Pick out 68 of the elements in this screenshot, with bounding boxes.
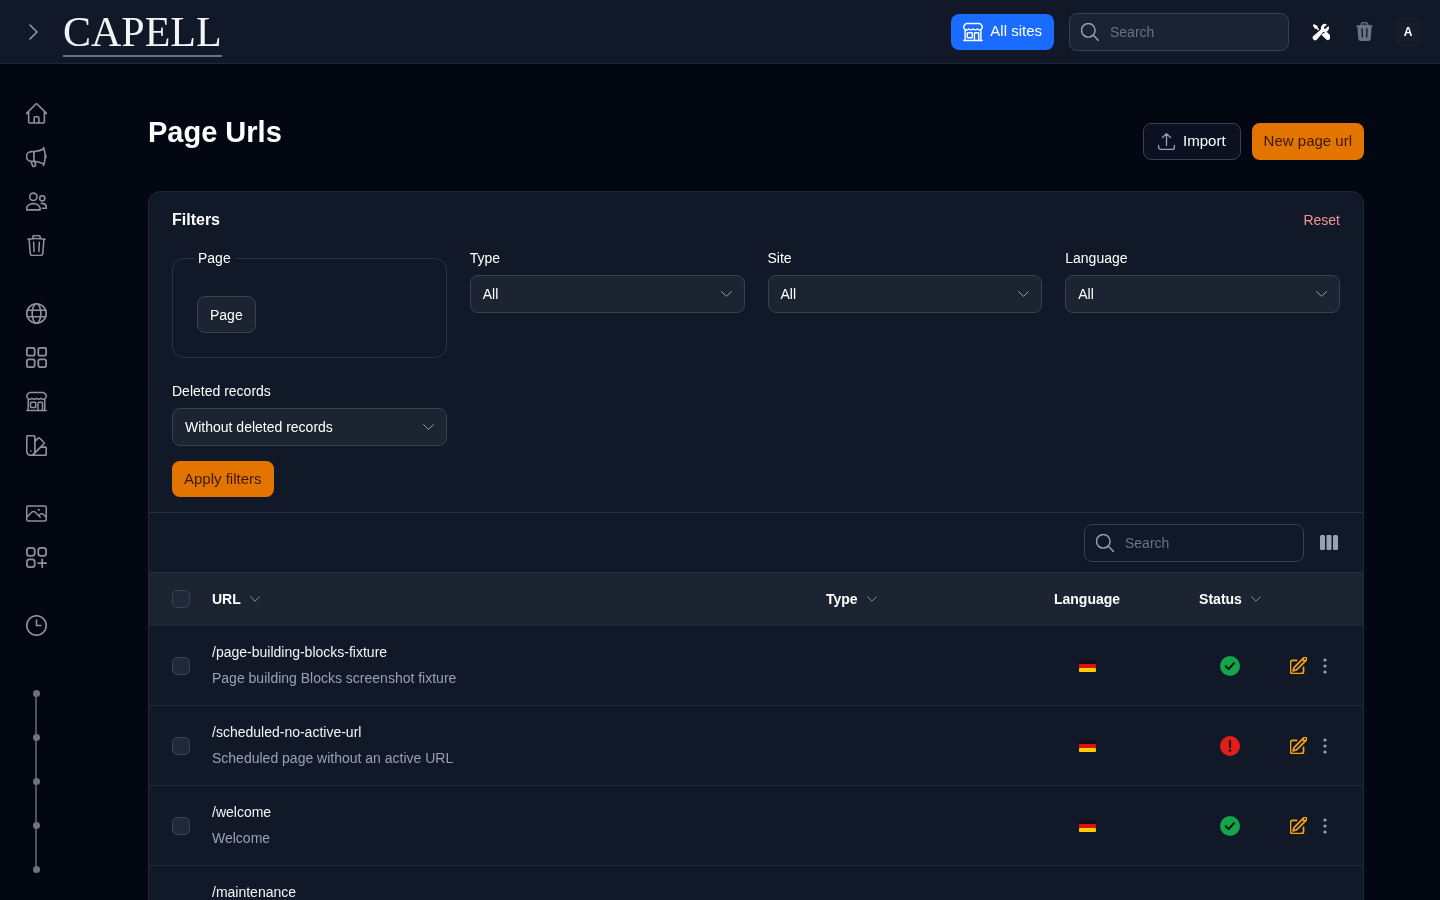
home-icon[interactable] xyxy=(25,102,47,124)
trash-icon[interactable] xyxy=(25,234,47,256)
reset-link[interactable]: Reset xyxy=(1303,210,1340,230)
trash-icon[interactable] xyxy=(1356,22,1373,41)
page-url[interactable]: /maintenance xyxy=(212,882,297,900)
page-url[interactable]: /welcome xyxy=(212,802,272,822)
page-url[interactable]: /scheduled-no-active-url xyxy=(212,722,362,742)
avatar-button[interactable]: A xyxy=(1392,15,1424,48)
swatch-icon[interactable] xyxy=(25,434,47,456)
users-icon[interactable] xyxy=(25,190,47,212)
globe-icon[interactable] xyxy=(25,302,47,324)
page-description: Page building Blocks screenshot fixture xyxy=(212,669,457,688)
search-field[interactable]: Search xyxy=(1084,523,1304,562)
logo[interactable]: CAPELL xyxy=(63,10,222,57)
all-sites-button[interactable]: All sites xyxy=(951,13,1054,50)
chevron-down-icon xyxy=(1018,291,1030,297)
upload-icon xyxy=(1158,133,1176,150)
field-label: Type xyxy=(469,249,502,268)
select-field[interactable]: All xyxy=(469,275,745,313)
columns-icon[interactable] xyxy=(1320,535,1338,550)
chevron-down-icon xyxy=(1316,291,1327,297)
filters-heading: Filters xyxy=(172,210,220,230)
select-field[interactable]: All xyxy=(1065,275,1340,313)
more-icon[interactable] xyxy=(1323,657,1327,674)
page-description: Scheduled page without an active URL xyxy=(212,749,454,768)
field-label: Site xyxy=(767,249,793,268)
flag-icon xyxy=(1078,659,1096,672)
group-legend: Page xyxy=(194,248,235,268)
more-icon[interactable] xyxy=(1323,737,1327,754)
create-button[interactable]: New page url xyxy=(1251,123,1364,160)
checkbox[interactable] xyxy=(172,736,190,755)
column-header[interactable]: Status xyxy=(1199,589,1261,609)
edit-icon[interactable] xyxy=(1290,817,1307,834)
edit-icon[interactable] xyxy=(1290,737,1307,754)
search-icon xyxy=(1081,22,1099,41)
flag-icon xyxy=(1078,819,1096,832)
column-header: Language xyxy=(1053,590,1121,609)
store-icon xyxy=(963,21,984,42)
checkbox[interactable] xyxy=(172,816,190,835)
apply-filters-button[interactable]: Apply filters xyxy=(172,461,274,497)
field-label: Language xyxy=(1065,249,1129,268)
select-field[interactable]: Without deleted records xyxy=(172,408,447,446)
grid-plus-icon[interactable] xyxy=(25,546,47,568)
search-field[interactable]: Search xyxy=(1069,12,1289,51)
flag-icon xyxy=(1078,739,1096,752)
grid-icon[interactable] xyxy=(25,346,47,368)
chevron-right-icon[interactable] xyxy=(29,23,38,40)
image-icon[interactable] xyxy=(25,502,47,524)
page-description: Welcome xyxy=(212,829,271,848)
column-header[interactable]: Type xyxy=(826,589,877,609)
store-icon[interactable] xyxy=(25,390,47,412)
search-icon xyxy=(1096,533,1114,552)
import-button[interactable]: Import xyxy=(1143,123,1241,160)
page-url[interactable]: /page-building-blocks-fixture xyxy=(212,642,388,662)
page-button[interactable]: Page xyxy=(197,296,256,333)
clock-icon[interactable] xyxy=(25,614,47,636)
more-icon[interactable] xyxy=(1323,817,1327,834)
checkbox[interactable] xyxy=(172,656,190,675)
column-header[interactable]: URL xyxy=(212,589,260,609)
megaphone-icon[interactable] xyxy=(25,146,47,168)
field-label: Deleted records xyxy=(172,382,272,401)
select-field[interactable]: All xyxy=(767,275,1043,313)
page-title: Page Urls xyxy=(148,115,282,150)
chevron-down-icon xyxy=(423,424,434,430)
chevron-down-icon xyxy=(720,291,732,297)
checkbox[interactable] xyxy=(172,590,190,608)
tools-icon[interactable] xyxy=(1312,22,1330,41)
edit-icon[interactable] xyxy=(1290,657,1307,674)
